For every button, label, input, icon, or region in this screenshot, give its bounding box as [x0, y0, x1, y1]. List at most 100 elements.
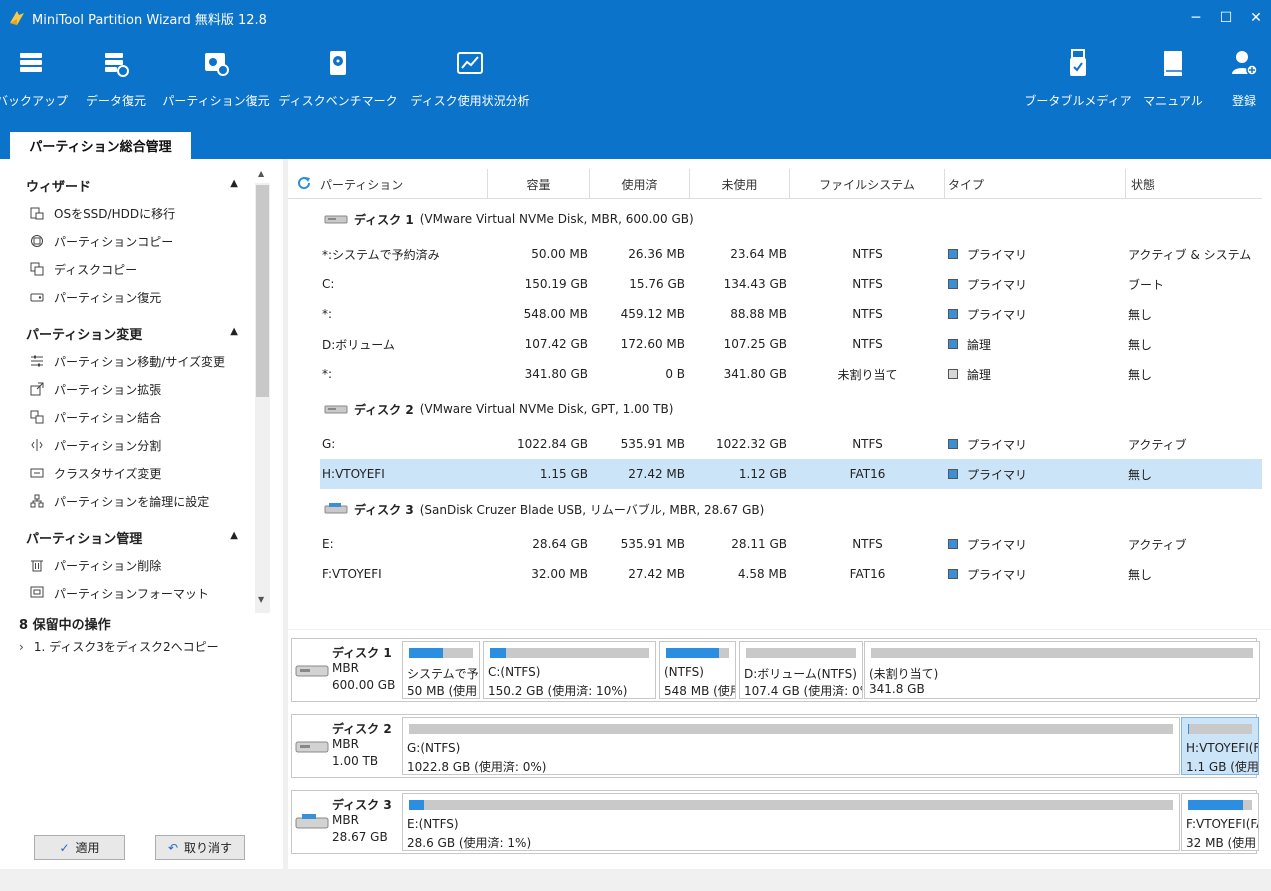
cell-filesystem: NTFS [852, 337, 883, 351]
scroll-down-icon[interactable]: ▼ [258, 595, 264, 604]
tab-partition-management[interactable]: パーティション総合管理 [10, 132, 191, 159]
sidebar-item-migrate-os[interactable]: OSをSSD/HDDに移行 [8, 199, 270, 227]
cell-status: 無し [1128, 567, 1153, 582]
maximize-button[interactable]: ☐ [1211, 0, 1241, 36]
collapse-icon[interactable]: ▲ [230, 326, 238, 337]
partition-type-icon [948, 469, 958, 479]
scrollbar-thumb[interactable] [256, 185, 269, 397]
section-title: パーティション管理 [26, 531, 143, 547]
cell-partition: *: [322, 307, 333, 321]
table-row[interactable]: *: 548.00 MB 459.12 MB 88.88 MB NTFS プライマリ 無し [320, 299, 1262, 329]
partition-block[interactable]: E:(NTFS) 28.6 GB (使用済: 1%) [402, 793, 1180, 851]
sidebar-item-delete[interactable]: パーティション削除 [8, 551, 270, 579]
bootable-media-button[interactable]: ブータブルメディア [1024, 48, 1132, 109]
usage-bar [490, 648, 649, 658]
cell-used: 535.91 MB [620, 537, 685, 551]
column-status[interactable]: 状態 [1126, 169, 1262, 199]
table-row[interactable]: E: 28.64 GB 535.91 MB 28.11 GB NTFS プライマリ アクティ… [320, 529, 1262, 559]
manual-button[interactable]: マニュアル [1142, 48, 1204, 109]
column-used[interactable]: 使用済 [590, 169, 690, 199]
undo-button[interactable]: ↶ 取り消す [155, 835, 245, 860]
partition-block[interactable]: H:VTOYEFI(F 1.1 GB (使用 [1181, 717, 1259, 775]
collapse-icon[interactable]: ▲ [230, 530, 238, 541]
table-row[interactable]: D:ボリューム 107.42 GB 172.60 MB 107.25 GB NTFS 論理… [320, 329, 1262, 359]
cell-unused: 107.25 GB [723, 337, 787, 351]
login-button[interactable]: 登録 [1222, 48, 1266, 109]
partition-block[interactable]: F:VTOYEFI(FA 32 MB (使用 [1181, 793, 1259, 851]
section-wizard-header[interactable]: ウィザード ▲ [8, 171, 270, 199]
partition-block[interactable]: システムで予約 50 MB (使用 [402, 641, 480, 699]
partition-block[interactable]: (未割り当て) 341.8 GB [864, 641, 1260, 699]
cell-unused: 28.11 GB [731, 537, 787, 551]
table-row[interactable]: C: 150.19 GB 15.76 GB 134.43 GB NTFS プライマリ ブート [320, 269, 1262, 299]
disk-header-row[interactable]: ディスク 1 (VMware Virtual NVMe Disk, MBR, 60… [324, 204, 694, 234]
disk-map-row[interactable]: ディスク 1MBR 600.00 GB システムで予約 50 MB (使用 C:(NTF… [291, 638, 1260, 702]
sidebar: ウィザード ▲ OSをSSD/HDDに移行 パーティションコピー ディスクコピー… [0, 159, 283, 869]
sidebar-item-copy-disk[interactable]: ディスクコピー [8, 255, 270, 283]
column-filesystem[interactable]: ファイルシステム [790, 169, 945, 199]
sidebar-item-label: パーティション復元 [54, 290, 162, 305]
partition-block[interactable]: (NTFS) 548 MB (使用 [659, 641, 736, 699]
sidebar-item-move-resize[interactable]: パーティション移動/サイズ変更 [8, 347, 270, 375]
backup-button[interactable]: バックアップ [0, 48, 68, 109]
disk-info[interactable]: ディスク 1 MBR 600.00 GB [292, 639, 400, 701]
disk-map-row[interactable]: ディスク 3 MBR 28.67 GB E:(NTFS) 28.6 GB (使用済: 1… [291, 790, 1259, 854]
sidebar-item-extend[interactable]: パーティション拡張 [8, 375, 270, 403]
cell-filesystem: FAT16 [849, 567, 886, 581]
usage-bar-fill [490, 648, 506, 658]
disk-name: ディスク 1 [354, 212, 414, 227]
cell-used: 172.60 MB [620, 337, 685, 351]
column-type[interactable]: タイプ [945, 169, 1126, 199]
space-analyzer-button[interactable]: ディスク使用状況分析 [410, 48, 530, 109]
table-row[interactable]: *:システムで予約済み 50.00 MB 26.36 MB 23.64 MB NTFS プ… [320, 239, 1262, 269]
sidebar-item-label: パーティション拡張 [54, 382, 162, 397]
pending-operation-item[interactable]: › 1. ディスク3をディスク2へコピー [19, 638, 219, 655]
type-label: 論理 [967, 337, 992, 352]
column-capacity[interactable]: 容量 [488, 169, 590, 199]
table-row[interactable]: *: 341.80 GB 0 B 341.80 GB 未割り当て 論理 無し [320, 359, 1262, 389]
partition-block[interactable]: C:(NTFS) 150.2 GB (使用済: 10%) [483, 641, 656, 699]
close-button[interactable]: ✕ [1241, 0, 1271, 36]
disk-map-row[interactable]: ディスク 2 MBR 1.00 TB G:(NTFS) 1022.8 GB (使用済: … [291, 714, 1259, 778]
undo-label: 取り消す [184, 841, 233, 855]
sidebar-item-label: パーティションを論理に設定 [54, 494, 210, 509]
sidebar-item-partition-recovery[interactable]: パーティション復元 [8, 283, 270, 311]
table-row[interactable]: G: 1022.84 GB 535.91 MB 1022.32 GB NTFS プライマリ… [320, 429, 1262, 459]
chevron-right-icon[interactable]: › [19, 640, 24, 654]
cell-used: 15.76 GB [629, 277, 685, 291]
partition-recovery-button[interactable]: パーティション復元 [162, 48, 270, 109]
sidebar-item-copy-partition[interactable]: パーティションコピー [8, 227, 270, 255]
collapse-icon[interactable]: ▲ [230, 178, 238, 189]
sidebar-item-cluster-size[interactable]: クラスタサイズ変更 [8, 459, 270, 487]
disk-info[interactable]: ディスク 3 MBR 28.67 GB [292, 791, 400, 853]
apply-button[interactable]: ✓ 適用 [34, 835, 125, 860]
section-manage-header[interactable]: パーティション管理 ▲ [8, 523, 270, 551]
table-row[interactable]: H:VTOYEFI 1.15 GB 27.42 MB 1.12 GB FAT16 プライマ… [320, 459, 1262, 489]
usage-bar-fill [666, 648, 719, 658]
benchmark-button[interactable]: ディスクベンチマーク [278, 48, 398, 109]
disk-header-row[interactable]: ディスク 3 (SanDisk Cruzer Blade USB, リムーバブル,… [324, 494, 764, 524]
scroll-up-icon[interactable]: ▲ [258, 169, 264, 178]
sidebar-scroll-area: ウィザード ▲ OSをSSD/HDDに移行 パーティションコピー ディスクコピー… [8, 171, 270, 611]
sidebar-item-label: パーティションフォーマット [54, 586, 209, 601]
table-row[interactable]: F:VTOYEFI 32.00 MB 27.42 MB 4.58 MB FAT16 プライ… [320, 559, 1262, 589]
disk-name: ディスク 2 [354, 402, 414, 417]
partition-type-icon [948, 539, 958, 549]
sidebar-item-merge[interactable]: パーティション結合 [8, 403, 270, 431]
disk-info[interactable]: ディスク 2 MBR 1.00 TB [292, 715, 400, 777]
sidebar-scrollbar[interactable]: ▲ ▼ [255, 169, 270, 613]
sidebar-item-split[interactable]: パーティション分割 [8, 431, 270, 459]
disk-header-row[interactable]: ディスク 2 (VMware Virtual NVMe Disk, GPT, 1.… [324, 394, 673, 424]
section-change-header[interactable]: パーティション変更 ▲ [8, 319, 270, 347]
sidebar-item-set-logical[interactable]: パーティションを論理に設定 [8, 487, 270, 515]
column-partition[interactable]: パーティション [320, 169, 488, 199]
cell-used: 26.36 MB [628, 247, 685, 261]
cell-status: アクティブ [1128, 537, 1187, 552]
partition-block[interactable]: D:ボリューム(NTFS) 107.4 GB (使用済: 0% [739, 641, 863, 699]
minimize-button[interactable]: ─ [1181, 0, 1211, 36]
sidebar-item-format[interactable]: パーティションフォーマット [8, 579, 270, 607]
data-recovery-button[interactable]: データ復元 [84, 48, 148, 109]
partition-block[interactable]: G:(NTFS) 1022.8 GB (使用済: 0%) [402, 717, 1180, 775]
partition-recovery-label: パーティション復元 [162, 94, 270, 108]
column-unused[interactable]: 未使用 [690, 169, 790, 199]
